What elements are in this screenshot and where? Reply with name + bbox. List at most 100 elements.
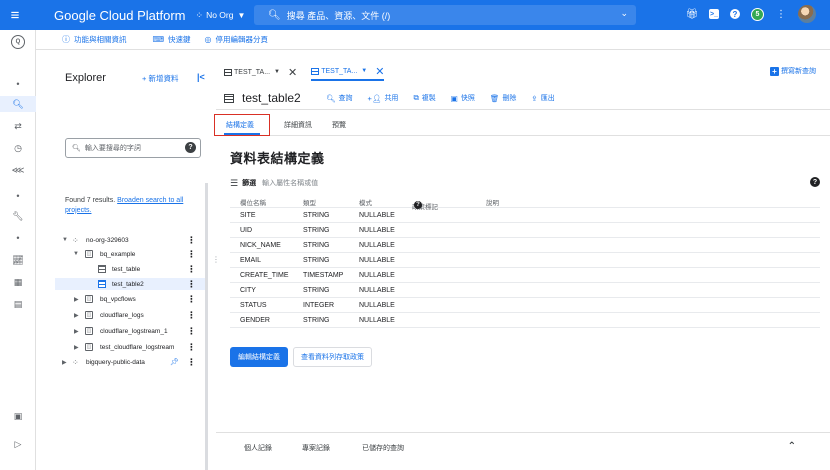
grid-icon[interactable]: ▦ [0, 274, 36, 290]
tree-table-test-table2[interactable]: test_table2 ⋮ [55, 278, 205, 290]
view-row-access-policies-button[interactable]: 查看資料列存取政策 [293, 347, 372, 367]
app-title[interactable]: Google Cloud Platform [54, 8, 186, 23]
collapse-explorer-button[interactable]: |< [197, 72, 205, 82]
cloud-shell-icon[interactable]: >_ [709, 9, 719, 19]
tree-project-bigquery-public-data[interactable]: ▶ ⁘ bigquery-public-data 📌︎ ⋮ [55, 356, 205, 368]
notification-badge-icon[interactable]: 5 [751, 7, 764, 21]
tree-dataset-test-cloudflare-logstream[interactable]: ▶ ◫ test_cloudflare_logstream ⋮ [55, 341, 205, 353]
tab-saved-queries[interactable]: 已儲存的查詢 [362, 443, 404, 453]
disable-tabs-link[interactable]: ◎ 停用編輯器分頁 [205, 34, 268, 45]
left-nav-rail: Q • 🔍︎ ⇄ ◷ ⋘ • 🔧︎ • 📈︎ ▦ ▤ ▣ ▷ [0, 30, 36, 470]
schema-filter[interactable]: ☰ 篩選 輸入屬性名稱或值 ? [230, 175, 820, 191]
tab-project-history[interactable]: 專案記錄 [302, 443, 330, 453]
gift-icon[interactable]: 🎁︎ [686, 8, 699, 20]
filter-label: 篩選 [242, 180, 257, 187]
trash-icon: 🗑︎ [489, 93, 500, 103]
tab-personal-history[interactable]: 個人記錄 [244, 443, 272, 453]
scheduled-queries-icon[interactable]: ◷ [0, 140, 36, 156]
table-header: test_table2 🔍︎ 查詢 +👤︎ 共用 ⧉ 複製 ▣ 快照 🗑︎ 刪除 ⇪ 匯出 [216, 86, 830, 110]
expand-triangle-icon[interactable]: ▶ [62, 359, 67, 366]
filter-help-icon[interactable]: ? [810, 177, 820, 187]
add-data-button[interactable]: + 新增資料 [142, 73, 178, 84]
copy-button[interactable]: ⧉ 複製 [413, 93, 435, 103]
delete-button[interactable]: 🗑︎ 刪除 [490, 93, 517, 103]
global-search-input[interactable]: 搜尋 產品、資源、文件 (/) [287, 9, 391, 22]
explorer-scrollbar[interactable] [205, 183, 208, 470]
add-person-icon: +👤︎ [367, 93, 382, 103]
chevron-down-icon[interactable]: ▼ [274, 69, 280, 75]
org-selector[interactable]: ⁘ No Org ▼ [196, 10, 246, 21]
tree-dataset-cloudflare-logs[interactable]: ▶ ◫ cloudflare_logs ⋮ [55, 309, 205, 321]
tree-project-no-org[interactable]: ▼ ⁘ no-org-329603 ⋮ [55, 234, 205, 246]
tab-test-table-1[interactable]: TEST_TA... ▼ ✕ [224, 63, 297, 81]
more-vert-icon[interactable]: ⋮ [187, 357, 196, 368]
tree-dataset-cloudflare-logstream-1[interactable]: ▶ ◫ cloudflare_logstream_1 ⋮ [55, 325, 205, 337]
collapse-triangle-icon[interactable]: ▼ [62, 237, 68, 243]
project-icon: ⁘ [72, 235, 79, 245]
chevron-down-icon[interactable]: ▼ [361, 68, 367, 74]
explorer-title: Explorer [65, 72, 106, 84]
shortcuts-link[interactable]: ⌨ 快速鍵 [153, 34, 191, 45]
expand-triangle-icon[interactable]: ▶ [74, 312, 79, 319]
edit-schema-button[interactable]: 編輯結構定義 [230, 347, 288, 367]
explorer-search-input[interactable]: 🔍︎ 輸入要搜尋的字詞 ? [65, 138, 201, 158]
export-button[interactable]: ⇪ 匯出 [531, 93, 554, 103]
transfers-icon[interactable]: ⇄ [0, 118, 36, 134]
more-vert-icon[interactable]: ⋮ [187, 342, 196, 353]
reservations-icon[interactable]: ▤ [0, 296, 36, 312]
nav-search-icon[interactable]: 🔍︎ [0, 96, 36, 112]
release-notes-icon[interactable]: ▣ [0, 408, 36, 424]
help-icon[interactable]: ? [730, 9, 740, 19]
share-button[interactable]: +👤︎ 共用 [368, 93, 399, 103]
dataset-icon: ◫ [85, 250, 93, 258]
tree-dataset-bq-example[interactable]: ▼ ◫ bq_example ⋮ [55, 248, 205, 260]
more-vert-icon[interactable]: ⋮ [187, 264, 196, 275]
expand-nav-icon[interactable]: ▷ [0, 436, 36, 452]
more-vert-icon[interactable]: ⋮ [187, 235, 196, 246]
more-vert-icon[interactable]: ⋮ [187, 249, 196, 260]
expand-triangle-icon[interactable]: ▶ [74, 344, 79, 351]
menu-icon[interactable]: ≡ [0, 0, 30, 30]
snapshot-icon: ▣ [450, 93, 458, 103]
tree-table-test-table[interactable]: test_table ⋮ [55, 263, 205, 275]
search-help-icon[interactable]: ? [185, 142, 196, 153]
bigquery-logo-icon[interactable]: Q [0, 34, 36, 50]
tree-dataset-bq-vpcflows[interactable]: ▶ ◫ bq_vpcflows ⋮ [55, 293, 205, 305]
nav-dot-2-icon[interactable]: • [0, 230, 36, 246]
new-query-button[interactable]: + 撰寫新查詢 [770, 66, 816, 76]
wrench-icon[interactable]: 🔧︎ [0, 208, 36, 224]
tab-preview[interactable]: 預覽 [332, 120, 346, 130]
tab-schema[interactable]: 結構定義 [226, 120, 254, 130]
bottom-panel-bar: 個人記錄 專案記錄 已儲存的查詢 ⌃ [216, 432, 830, 470]
more-vert-icon[interactable]: ⋮ [187, 326, 196, 337]
more-vert-icon[interactable]: ⋮ [187, 279, 196, 290]
expand-triangle-icon[interactable]: ▶ [74, 328, 79, 335]
features-info-link[interactable]: ⓘ 功能與相關資訊 [62, 34, 127, 45]
snapshot-button[interactable]: ▣ 快照 [451, 93, 475, 103]
avatar[interactable] [798, 5, 816, 23]
more-vert-icon[interactable]: ⋮ [187, 310, 196, 321]
more-vert-icon[interactable]: ⋮ [775, 8, 787, 20]
nav-dot-icon[interactable]: • [0, 188, 36, 204]
expand-triangle-icon[interactable]: ▶ [74, 296, 79, 303]
collapse-triangle-icon[interactable]: ▼ [73, 251, 79, 257]
query-button[interactable]: 🔍︎ 查詢 [326, 93, 353, 103]
chevron-up-icon[interactable]: ⌃ [788, 441, 796, 452]
tab-details[interactable]: 詳細資訊 [284, 120, 312, 130]
dataset-icon: ◫ [85, 311, 93, 319]
filter-input[interactable]: 輸入屬性名稱或值 [262, 178, 318, 188]
tab-test-table-2[interactable]: TEST_TA... ▼ ✕ [311, 63, 385, 81]
more-vert-icon[interactable]: ⋮ [187, 294, 196, 305]
pin-dot-icon[interactable]: • [0, 76, 36, 92]
search-expand-icon[interactable]: ⌄ [620, 8, 628, 19]
plus-icon: + [770, 66, 779, 76]
search-result-summary: Found 7 results. Broaden search to all p… [65, 197, 184, 214]
section-title: 資料表結構定義 [230, 151, 325, 166]
main-panel: TEST_TA... ▼ ✕ TEST_TA... ▼ ✕ + 撰寫新查詢 te… [214, 50, 830, 470]
close-icon[interactable]: ✕ [375, 65, 384, 78]
pin-icon[interactable]: 📌︎ [170, 358, 179, 366]
close-icon[interactable]: ✕ [288, 66, 297, 79]
global-search-bar[interactable]: 🔍︎ 搜尋 產品、資源、文件 (/) ⌄ [254, 5, 636, 25]
chart-icon[interactable]: 📈︎ [0, 252, 36, 268]
analytics-hub-icon[interactable]: ⋘ [0, 162, 36, 178]
